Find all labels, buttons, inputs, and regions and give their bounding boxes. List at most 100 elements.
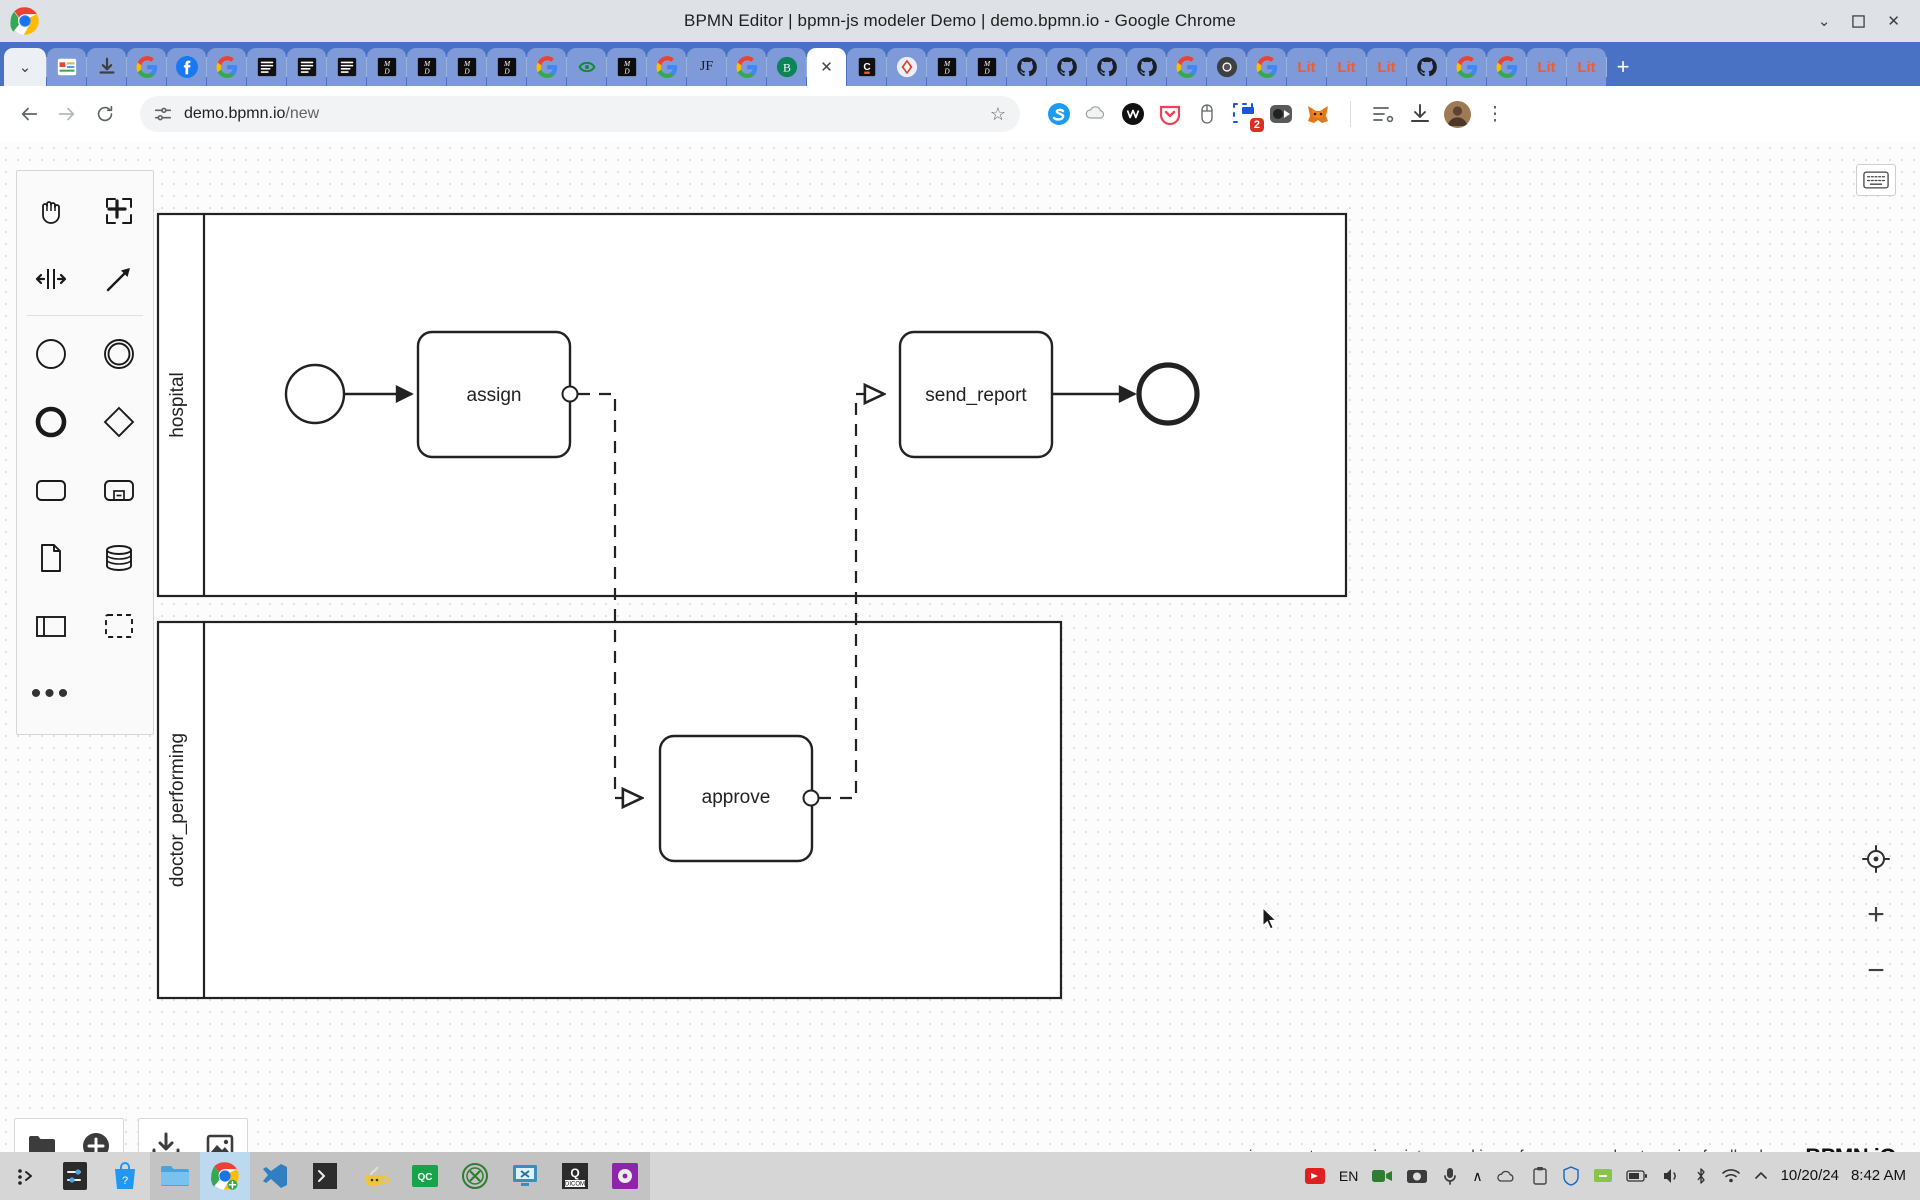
bpmn-diagram[interactable]: hospital doctor_performing assign send_r… [0,142,1920,1200]
start-event-icon[interactable] [17,320,85,388]
downloads-icon[interactable] [1407,101,1433,127]
tab-md-4[interactable]: MD [487,48,527,86]
space-tool-icon[interactable] [17,245,85,313]
tab-github-3[interactable] [1087,48,1127,86]
tab-github-1[interactable] [1007,48,1047,86]
reading-list-icon[interactable] [1370,101,1396,127]
extension-screenshot-icon[interactable]: 2 [1231,101,1264,132]
tray-expand-icon[interactable] [1754,1169,1768,1183]
end-event-icon[interactable] [17,388,85,456]
taskbar-vscode[interactable] [250,1152,300,1200]
taskbar-qc[interactable]: QC [400,1152,450,1200]
tray-wifi-icon[interactable] [1721,1168,1741,1184]
extension-cloud-icon[interactable] [1083,101,1109,127]
close-button[interactable]: ✕ [1887,14,1900,29]
tab-bpmn-active[interactable]: ✕ [807,48,846,86]
site-settings-icon[interactable] [152,103,174,125]
tray-chevron-up-icon[interactable]: ∧ [1472,1168,1482,1185]
tab-google-5[interactable] [727,48,767,86]
pool-icon[interactable] [17,592,85,660]
tab-md-1[interactable]: MD [367,48,407,86]
chrome-menu-button[interactable]: ⋮ [1482,103,1508,126]
zoom-in-button[interactable]: + [1859,898,1893,932]
tab-md-3[interactable]: MD [447,48,487,86]
minimize-button[interactable]: ⌄ [1818,14,1831,29]
tab-jotform[interactable]: JF [687,48,727,86]
tray-video-icon[interactable] [1371,1166,1393,1186]
task-approve[interactable]: approve [658,734,814,863]
extension-mouse-icon[interactable] [1194,101,1220,127]
tray-camera-icon[interactable] [1406,1166,1428,1186]
tab-chromium[interactable] [1207,48,1247,86]
extension-metamask-icon[interactable] [1305,101,1331,127]
end-event[interactable] [1136,362,1200,426]
taskbar-store[interactable]: ? [100,1152,150,1200]
tab-facebook[interactable] [167,48,207,86]
tab-overleaf[interactable] [567,48,607,86]
tab-slides[interactable] [47,48,87,86]
tab-lit-5[interactable]: Lit [1567,48,1607,86]
tab-bitwarden[interactable]: B [767,48,807,86]
intermediate-event-icon[interactable] [85,320,153,388]
tab-md-7[interactable]: MD [967,48,1007,86]
task-assign[interactable]: assign [416,330,572,459]
taskbar-media[interactable] [600,1152,650,1200]
reload-button[interactable] [88,97,122,131]
tab-doc-3[interactable] [327,48,367,86]
tab-md-6[interactable]: MD [927,48,967,86]
forward-button[interactable] [50,97,84,131]
tab-lit-3[interactable]: Lit [1367,48,1407,86]
taskbar-menu[interactable] [50,1152,100,1200]
extension-wappalyzer-icon[interactable] [1120,101,1146,127]
data-store-icon[interactable] [85,524,153,592]
extension-loom-icon[interactable] [1268,101,1294,127]
subprocess-icon[interactable] [85,456,153,524]
tab-list-chevron[interactable]: ⌄ [4,48,47,86]
bookmark-star-icon[interactable]: ☆ [990,104,1006,125]
zoom-controls[interactable]: + − [1856,842,1896,988]
connect-tool-icon[interactable] [85,245,153,313]
keyboard-shortcuts-icon[interactable] [1856,164,1896,196]
task-icon[interactable] [17,456,85,524]
tab-google-6[interactable] [1167,48,1207,86]
task-send-report[interactable]: send_report [898,330,1054,459]
tab-lit-1[interactable]: Lit [1287,48,1327,86]
maximize-button[interactable] [1852,14,1866,28]
taskbar-chrome[interactable] [200,1152,250,1200]
tab-github-5[interactable] [1407,48,1447,86]
data-object-icon[interactable] [17,524,85,592]
extension-skype-icon[interactable] [1046,101,1072,127]
tab-coursera[interactable]: C [847,48,887,86]
back-button[interactable] [12,97,46,131]
taskbar-show-desktop[interactable] [0,1152,50,1200]
bpmn-palette[interactable]: ••• [16,170,154,735]
tab-github-4[interactable] [1127,48,1167,86]
tab-github-2[interactable] [1047,48,1087,86]
tray-mic-icon[interactable] [1441,1166,1459,1186]
tab-lit-4[interactable]: Lit [1527,48,1567,86]
taskbar-clock[interactable]: 10/20/24 8:42 AM [1781,1167,1906,1185]
tab-lit-2[interactable]: Lit [1327,48,1367,86]
tab-md-5[interactable]: MD [607,48,647,86]
lasso-tool-icon[interactable] [85,177,153,245]
taskbar-dicom[interactable]: Q DICOM [550,1152,600,1200]
tab-google-8[interactable] [1447,48,1487,86]
hand-tool-icon[interactable] [17,177,85,245]
taskbar-file-explorer[interactable] [150,1152,200,1200]
tab-google-3[interactable] [527,48,567,86]
tab-google-7[interactable] [1247,48,1287,86]
tray-recording-icon[interactable] [1304,1165,1326,1187]
gateway-icon[interactable] [85,388,153,456]
tray-language[interactable]: EN [1339,1168,1358,1184]
new-tab-button[interactable]: + [1607,51,1639,83]
tray-shield-icon[interactable] [1562,1166,1580,1186]
tray-volume-icon[interactable] [1661,1167,1681,1185]
start-event[interactable] [284,363,346,425]
tab-google-2[interactable] [207,48,247,86]
tab-doc-2[interactable] [287,48,327,86]
tab-google-4[interactable] [647,48,687,86]
bpmn-editor-canvas[interactable]: hospital doctor_performing assign send_r… [0,142,1920,1200]
tray-app-icon[interactable] [1593,1167,1613,1185]
tab-md-2[interactable]: MD [407,48,447,86]
taskbar-remote[interactable] [500,1152,550,1200]
